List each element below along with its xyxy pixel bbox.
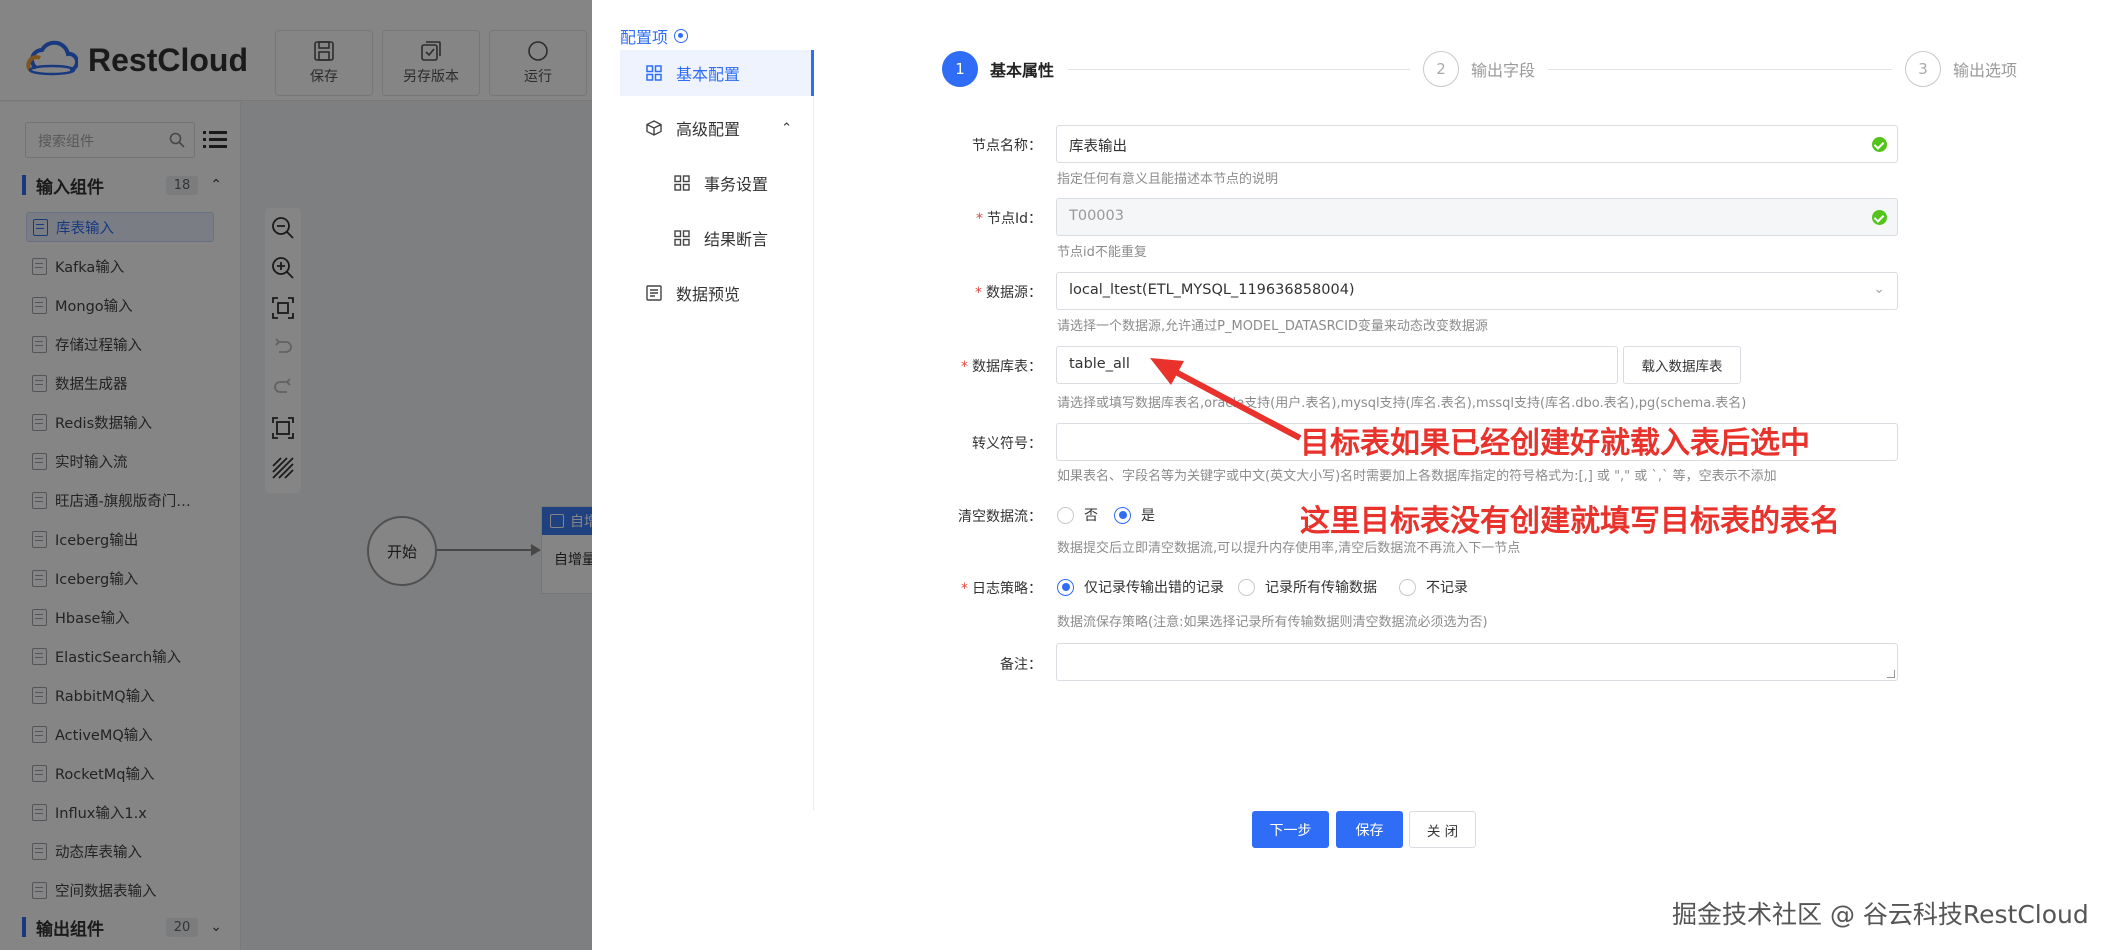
escape-hint: 如果表名、字段名等为关键字或中文(英文大小写)名时需要加上各数据库指定的符号格式… xyxy=(1057,469,1777,484)
table-input[interactable]: table_all xyxy=(1056,346,1618,384)
menu-item-label: 结果断言 xyxy=(704,230,769,249)
radio-label: 否 xyxy=(1084,508,1098,524)
next-step-button[interactable]: 下一步 xyxy=(1252,811,1329,848)
datasource-select[interactable]: local_ltest(ETL_MYSQL_119636858004) ⌄ xyxy=(1056,272,1898,310)
radio-circle xyxy=(1057,506,1074,524)
annotation-text-2: 这里目标表没有创建就填写目标表的表名 xyxy=(1300,504,1840,539)
node-name-value: 库表输出 xyxy=(1069,139,1127,155)
grid-icon xyxy=(646,65,662,81)
step-number: 2 xyxy=(1423,51,1459,87)
node-name-label: 节点名称： xyxy=(972,138,1042,154)
node-name-hint: 指定任何有意义且能描述本节点的说明 xyxy=(1057,172,1279,187)
step-number: 3 xyxy=(1905,51,1941,87)
step-number: 1 xyxy=(942,51,978,87)
config-section-title: 配置项 xyxy=(620,24,689,48)
resize-handle-icon[interactable] xyxy=(1887,670,1895,678)
step-connector xyxy=(1548,69,1892,70)
settings-icon xyxy=(674,29,689,43)
radio-circle xyxy=(1238,578,1255,596)
node-id-input[interactable]: T00003 xyxy=(1056,198,1898,236)
table-hint: 请选择或填写数据库表名,oracle支持(用户.表名),mysql支持(库名.表… xyxy=(1057,396,1747,411)
menu-item-label: 高级配置 xyxy=(676,120,741,139)
radio-label: 仅记录传输出错的记录 xyxy=(1084,580,1224,596)
datasource-label: * 数据源： xyxy=(975,285,1042,301)
step-label: 输出选项 xyxy=(1953,61,2018,80)
config-menu: 基本配置 高级配置 ⌃ 事务设置 结果断言 数据预览 xyxy=(620,50,814,810)
menu-item-data-preview[interactable]: 数据预览 xyxy=(620,270,814,316)
remark-label: 备注： xyxy=(1000,657,1042,673)
step-label: 输出字段 xyxy=(1471,61,1536,80)
check-circle-icon xyxy=(1872,137,1887,152)
menu-item-label: 基本配置 xyxy=(676,65,741,84)
step-connector xyxy=(1068,69,1410,70)
menu-item-result-assertion[interactable]: 结果断言 xyxy=(620,215,814,261)
log-all-radio[interactable]: 记录所有传输数据 xyxy=(1238,577,1377,597)
datasource-hint: 请选择一个数据源,允许通过P_MODEL_DATASRCID变量来动态改变数据源 xyxy=(1057,319,1488,334)
step-3[interactable]: 3 输出选项 xyxy=(1905,51,2017,87)
menu-item-label: 数据预览 xyxy=(676,285,741,304)
clear-flow-label: 清空数据流： xyxy=(958,509,1042,525)
check-circle-icon xyxy=(1872,210,1887,225)
menu-item-label: 事务设置 xyxy=(704,175,769,194)
cube-icon xyxy=(646,120,662,136)
chevron-down-icon: ⌄ xyxy=(1873,281,1885,297)
datasource-value: local_ltest(ETL_MYSQL_119636858004) xyxy=(1069,282,1355,298)
node-config-drawer: 配置项 基本配置 高级配置 ⌃ 事务设置 结果断言 数据预览 1 基本属性 2 … xyxy=(592,0,2102,950)
node-id-value: T00003 xyxy=(1069,208,1124,224)
menu-item-advanced-config[interactable]: 高级配置 ⌃ xyxy=(620,105,814,151)
radio-circle xyxy=(1057,578,1074,596)
modal-overlay-mask[interactable] xyxy=(0,0,592,950)
close-button[interactable]: 关 闭 xyxy=(1409,811,1476,848)
config-title-text: 配置项 xyxy=(620,28,669,47)
clear-flow-yes-radio[interactable]: 是 xyxy=(1114,505,1155,525)
radio-label: 记录所有传输数据 xyxy=(1265,580,1377,596)
clear-flow-no-radio[interactable]: 否 xyxy=(1057,505,1098,525)
log-errors-only-radio[interactable]: 仅记录传输出错的记录 xyxy=(1057,577,1224,597)
load-tables-button[interactable]: 载入数据库表 xyxy=(1623,346,1741,384)
menu-item-basic-config[interactable]: 基本配置 xyxy=(620,50,814,96)
watermark-text: 掘金技术社区 @ 谷云科技RestCloud xyxy=(1672,900,2089,929)
escape-label: 转义符号： xyxy=(972,436,1042,452)
chevron-up-icon: ⌃ xyxy=(781,120,792,136)
table-label: * 数据库表： xyxy=(961,359,1042,375)
node-id-hint: 节点id不能重复 xyxy=(1057,245,1147,260)
remark-textarea[interactable] xyxy=(1056,643,1898,681)
menu-item-transaction-settings[interactable]: 事务设置 xyxy=(620,160,814,206)
step-1[interactable]: 1 基本属性 xyxy=(942,51,1054,87)
radio-label: 不记录 xyxy=(1426,580,1468,596)
data-preview-icon xyxy=(646,285,662,301)
step-2[interactable]: 2 输出字段 xyxy=(1423,51,1535,87)
radio-circle xyxy=(1399,578,1416,596)
log-policy-label: * 日志策略： xyxy=(961,581,1042,597)
table-value: table_all xyxy=(1069,356,1130,372)
grid-icon xyxy=(674,230,690,246)
log-none-radio[interactable]: 不记录 xyxy=(1399,577,1468,597)
step-label: 基本属性 xyxy=(990,61,1055,80)
radio-circle xyxy=(1114,506,1131,524)
grid-icon xyxy=(674,175,690,191)
save-button[interactable]: 保存 xyxy=(1336,811,1403,848)
log-policy-hint: 数据流保存策略(注意:如果选择记录所有传输数据则清空数据流必须选为否) xyxy=(1057,615,1488,630)
node-name-input[interactable]: 库表输出 xyxy=(1056,125,1898,163)
node-id-label: * 节点Id： xyxy=(975,211,1042,227)
radio-label: 是 xyxy=(1141,508,1155,524)
annotation-text-1: 目标表如果已经创建好就载入表后选中 xyxy=(1300,426,1810,461)
